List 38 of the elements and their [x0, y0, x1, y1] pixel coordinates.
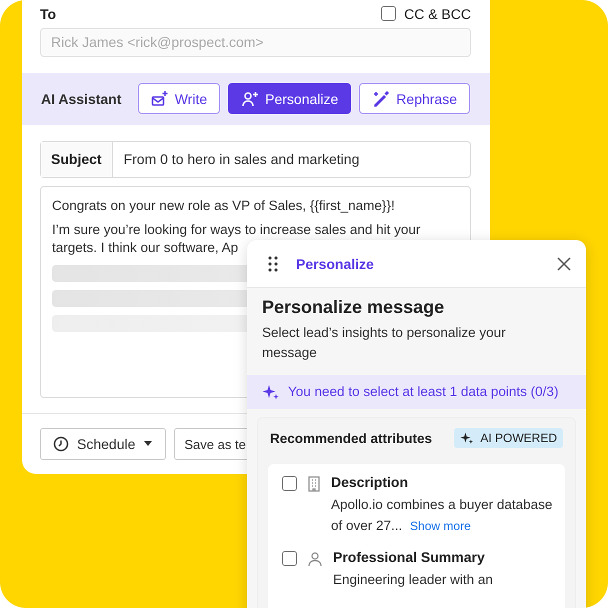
cc-bcc-checkbox[interactable]: CC & BCC — [381, 6, 471, 22]
panel-heading: Personalize message — [262, 297, 446, 318]
close-icon[interactable] — [557, 256, 571, 270]
ai-action-button[interactable]: Personalize — [228, 83, 352, 114]
attribute-title: Description — [331, 474, 410, 490]
clock-icon — [53, 436, 69, 452]
attribute-checkbox[interactable] — [282, 476, 297, 491]
subject-label: Subject — [41, 142, 113, 177]
attribute-description: Apollo.io combines a buyer database of over 27... Show more — [331, 496, 554, 535]
subject-field[interactable]: Subject From 0 to hero in sales and marketing — [40, 141, 471, 178]
panel-subtitle: Select lead’s insights to personalize your message — [262, 324, 507, 362]
attribute-checkbox[interactable] — [282, 551, 297, 566]
message-text-line: Congrats on your new role as VP of Sales, {{first_name}}! — [52, 196, 395, 215]
attribute-title: Professional Summary — [333, 549, 486, 565]
message-text-line: targets. I think our software, Ap — [52, 238, 238, 257]
show-more-link[interactable]: Show more — [410, 519, 471, 533]
pen-sparkle-icon — [372, 90, 390, 108]
checkbox[interactable] — [381, 6, 396, 22]
building-icon — [307, 476, 321, 492]
subject-value: From 0 to hero in sales and marketing — [122, 150, 360, 170]
person-icon — [307, 551, 323, 567]
notice-text: You need to select at least 1 data points (0/3) — [288, 383, 560, 401]
sparkle-icon — [460, 431, 474, 445]
panel-title: Personalize — [296, 256, 375, 272]
to-label: To — [40, 6, 56, 22]
caret-icon — [143, 441, 154, 447]
schedule-button[interactable]: Schedule — [40, 428, 166, 460]
person-sparkle-icon — [241, 90, 260, 108]
ai-powered-badge: AI POWERED — [454, 428, 563, 448]
message-text-line: I’m sure you’re looking for ways to increase sales and hit your — [52, 220, 420, 239]
drag-handle-icon[interactable] — [268, 256, 278, 272]
ai-assistant-label: AI Assistant — [41, 90, 122, 107]
ai-action-button[interactable]: Rephrase — [359, 83, 470, 114]
envelope-sparkle-icon — [150, 90, 169, 108]
recipient-field[interactable]: Rick James <rick@prospect.com> — [40, 28, 471, 57]
attribute-description: Engineering leader with an — [333, 571, 494, 589]
sparkle-icon — [262, 383, 280, 401]
ai-action-button[interactable]: Write — [138, 83, 220, 114]
